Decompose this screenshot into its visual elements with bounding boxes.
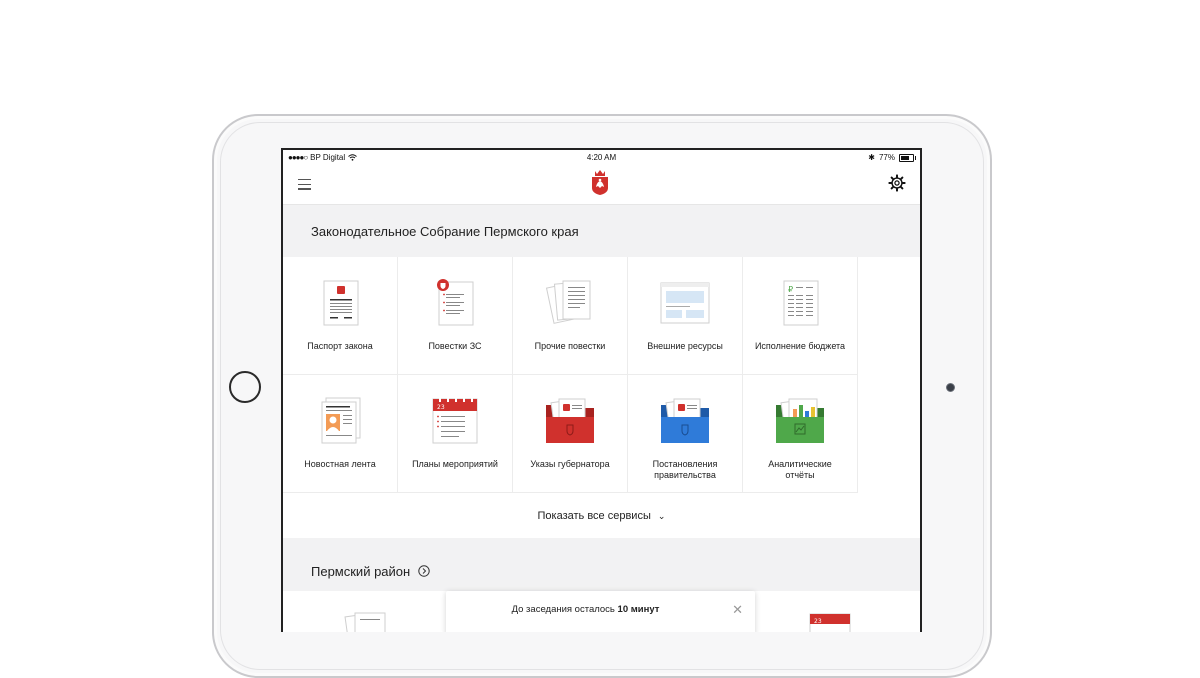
tile-label: Постановления правительства [652, 459, 718, 480]
tile-label: Аналитические отчёты [768, 459, 832, 480]
svg-text:₽: ₽ [788, 285, 793, 294]
tile-analytical-reports[interactable]: Аналитические отчёты [743, 375, 858, 493]
toast-prefix: До заседания осталось [511, 604, 618, 615]
calendar-icon: 23 [809, 613, 851, 632]
app-screen: ●●●●○ BP Digital 4:20 AM ✱ 77% Законодат… [281, 148, 922, 632]
show-all-label: Показать все сервисы [537, 510, 651, 522]
show-all-services-button[interactable]: Показать все сервисы ⌄ [283, 496, 920, 536]
calendar-day: 23 [437, 404, 445, 411]
blue-folder-icon [661, 398, 709, 443]
section-title[interactable]: Пермский район [311, 564, 430, 579]
tile-agendas-zs[interactable]: Повестки ЗС [398, 257, 513, 375]
section-title-text: Пермский район [311, 564, 411, 579]
chevron-right-circle-icon[interactable] [418, 565, 430, 577]
document-icon [323, 280, 359, 326]
tile-label: Паспорт закона [307, 341, 373, 351]
hamburger-icon[interactable] [298, 179, 311, 190]
section-title: Законодательное Собрание Пермского края [311, 224, 579, 239]
tile-label: Прочие повестки [534, 341, 606, 351]
browser-window-icon [660, 282, 710, 324]
status-time: 4:20 AM [586, 153, 617, 162]
toast-message: До заседания осталось 10 минут [446, 604, 725, 615]
green-folder-chart-icon [776, 398, 824, 443]
bluetooth-icon: ✱ [868, 153, 875, 162]
home-button[interactable] [229, 371, 261, 403]
perm-crest-icon [592, 170, 608, 195]
battery-percent: 77% [878, 153, 895, 162]
gear-icon[interactable] [888, 174, 906, 192]
agenda-document-icon [437, 279, 474, 326]
tile-news-feed[interactable]: Новостная лента [283, 375, 398, 493]
toast-time: 10 минут [617, 604, 660, 615]
section-header-zs: Законодательное Собрание Пермского края [283, 205, 920, 258]
tile-government-resolutions[interactable]: Постановления правительства [628, 375, 743, 493]
tile-label: Повестки ЗС [428, 341, 482, 351]
budget-document-icon: ₽ [783, 280, 819, 326]
tile-budget-execution[interactable]: ₽ Исполнение бюджета [743, 257, 858, 375]
news-icon [321, 397, 361, 444]
status-bar: ●●●●○ BP Digital 4:20 AM ✱ 77% [283, 150, 920, 166]
documents-stack-icon [344, 612, 386, 632]
tile-label: Новостная лента [304, 459, 376, 469]
tile-label: Указы губернатора [530, 459, 610, 469]
tile-label: Внешние ресурсы [647, 341, 723, 351]
chevron-down-icon: ⌄ [657, 511, 666, 521]
documents-stack-icon [545, 280, 591, 324]
tile-other-agendas[interactable]: Прочие повестки [513, 257, 628, 375]
tile-governor-decrees[interactable]: Указы губернатора [513, 375, 628, 493]
tile-event-plans[interactable]: 23 Планы мероприятий [398, 375, 513, 493]
meeting-toast: До заседания осталось 10 минут ✕ [446, 591, 755, 632]
services-grid: Паспорт закона Повестки ЗС Прочие повест… [283, 257, 920, 495]
navbar [283, 166, 920, 205]
calendar-icon: 23 [432, 397, 478, 444]
tile-law-passport[interactable]: Паспорт закона [283, 257, 398, 375]
close-icon[interactable]: ✕ [732, 602, 743, 618]
tile-label: Планы мероприятий [412, 459, 498, 469]
calendar-day: 23 [814, 618, 822, 625]
tile-external-resources[interactable]: Внешние ресурсы [628, 257, 743, 375]
camera-lens [946, 383, 955, 392]
section-header-perm-district: Пермский район [283, 538, 920, 591]
tile-label: Исполнение бюджета [754, 341, 846, 351]
red-folder-icon [546, 398, 594, 443]
battery-icon [899, 153, 916, 162]
